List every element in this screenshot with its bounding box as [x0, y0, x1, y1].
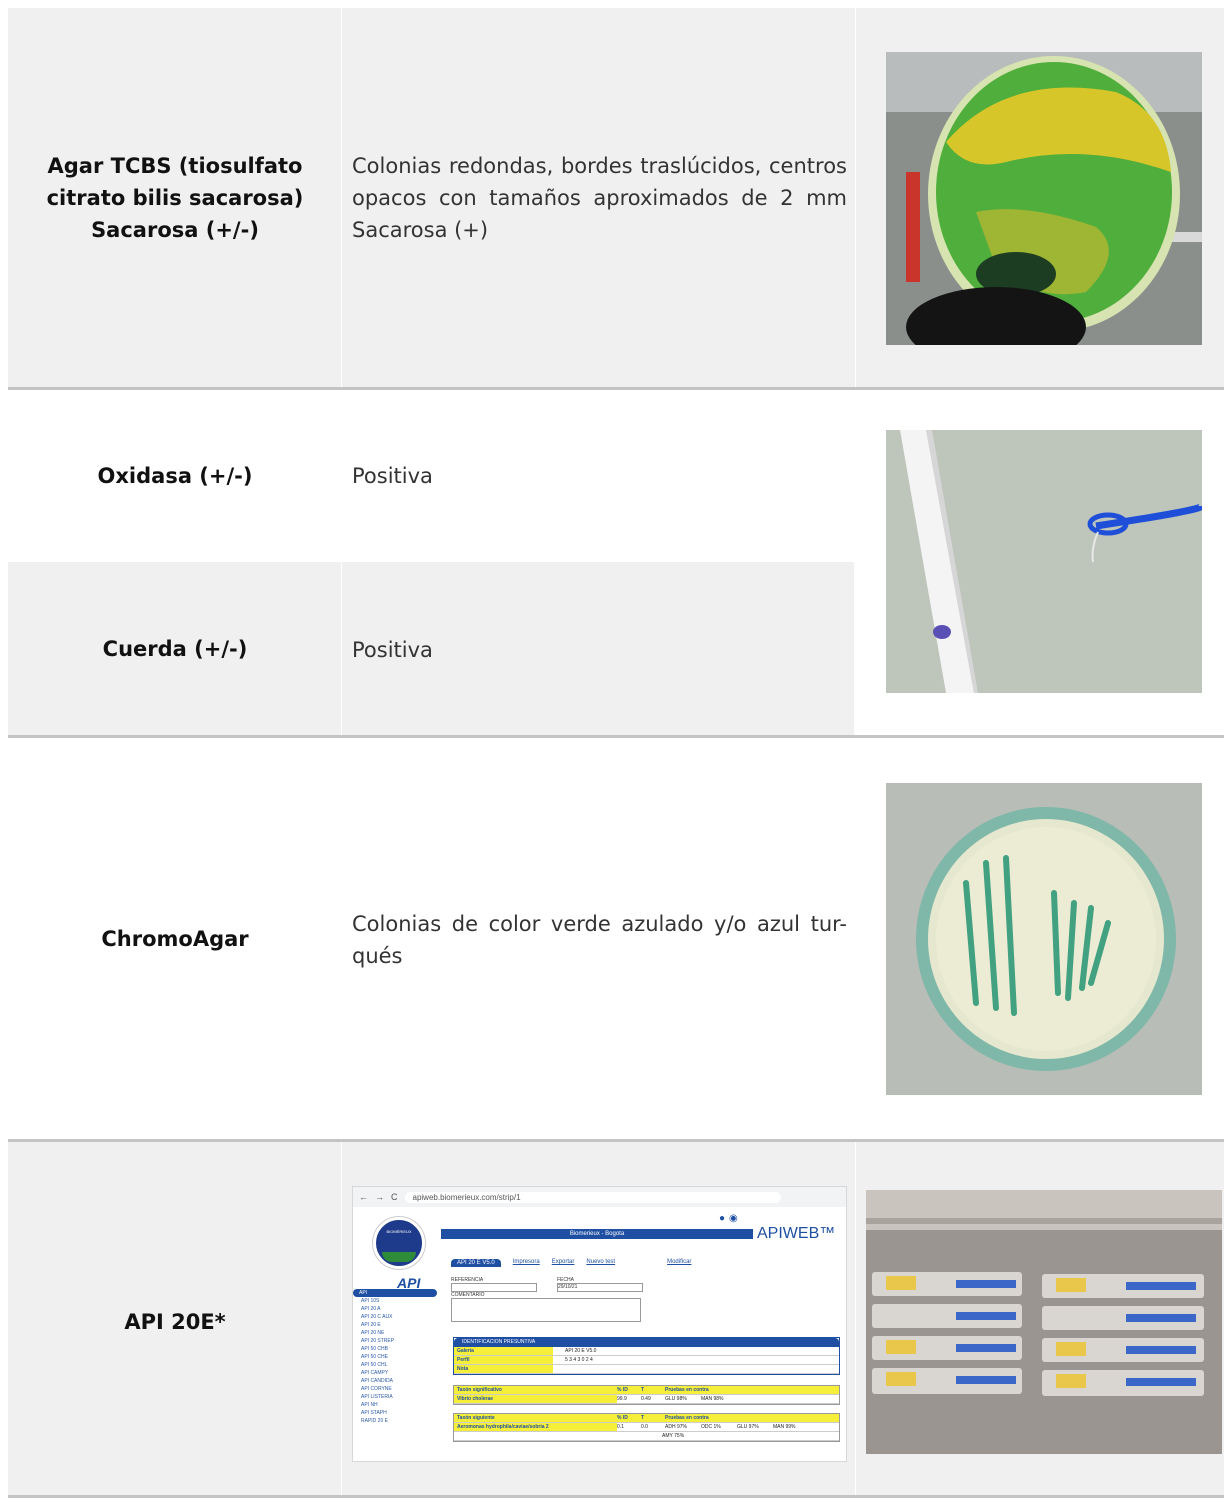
table-header: Taxón siguiente — [457, 1415, 495, 1421]
taxon-name: Aeromonas hydrophila/caviae/sobria 2 — [454, 1423, 617, 1431]
galeria-value: API 20 E V5.0 — [565, 1348, 597, 1354]
table-header: T — [641, 1415, 645, 1421]
results-table: Agar TCBS (tiosulfato citrato bilis saca… — [0, 0, 1224, 1498]
test-label-oxidasa: Oxidasa (+/-) — [97, 464, 253, 488]
biomerieux-logo: BIOMÉRIEUX — [373, 1217, 425, 1269]
table-header: T — [641, 1387, 645, 1393]
test-against: MAN 98% — [701, 1396, 724, 1402]
api-product-label: API — [397, 1275, 421, 1291]
test-against: MAN 99% — [773, 1424, 796, 1430]
table-header: Taxón significativo — [457, 1387, 502, 1393]
test-against: GLU 97% — [737, 1424, 759, 1430]
percent-id: 99.9 — [617, 1396, 627, 1402]
sidebar-item: API 20 NE — [361, 1330, 385, 1336]
taxon-siguiente-table: Taxón siguiente % ID T Pruebas en contra Ae… — [453, 1413, 840, 1442]
table-header: Pruebas en contra — [665, 1415, 709, 1421]
tab-modificar: Modificar — [667, 1259, 692, 1265]
column-divider — [855, 8, 856, 388]
test-label-text: Agar TCBS (tiosulfato citrato bilis saca… — [46, 154, 304, 242]
tab-exportar: Exportar — [551, 1259, 575, 1265]
tcbs-plate-photo — [886, 52, 1202, 345]
tab-api20e: API 20 E V5.0 — [451, 1259, 501, 1267]
sidebar-item: API NH — [361, 1402, 378, 1408]
tab-nuevo-test: Nuevo test — [586, 1259, 616, 1265]
apiweb-tabs: API 20 E V5.0 Impresora Exportar Nuevo t… — [451, 1259, 691, 1267]
lab-header-bar: Biomerieux - Bogota — [441, 1229, 753, 1239]
test-label-api20e: API 20E* — [124, 1310, 226, 1334]
sidebar-item: API 50 CHE — [361, 1354, 388, 1360]
nota-label: Nota — [454, 1365, 553, 1373]
table-header: Pruebas en contra — [665, 1387, 709, 1393]
sidebar-item: API 20 C AUX — [361, 1314, 393, 1320]
test-label-cuerda: Cuerda (+/-) — [102, 637, 248, 661]
api-sidebar: API API API 10S API 20 A API 20 C AUX AP… — [353, 1275, 437, 1425]
perfil-value: 5 3 4 3 0 2 4 — [565, 1357, 593, 1363]
chromoagar-plate-photo — [886, 783, 1202, 1095]
test-result-chromoagar: Colonias de color verde azulado y/o azul… — [352, 912, 847, 968]
apiweb-brand: APIWEB™ — [757, 1225, 836, 1242]
sidebar-item: API CAMPY — [361, 1370, 389, 1376]
test-against: GLU 98% — [665, 1396, 687, 1402]
test-result-oxidasa: Positiva — [352, 464, 433, 488]
identificacion-panel: IDENTIFICACION PRESUNTIVA Galería API 20 … — [453, 1337, 840, 1375]
apiweb-form: REFERENCIA FECHA 29/10/21 COMENTARIO — [451, 1277, 643, 1322]
taxon-significativo-table: Taxón significativo % ID T Pruebas en contr… — [453, 1385, 840, 1405]
help-icons: ●◉ — [719, 1213, 742, 1224]
test-result-cuerda: Positiva — [352, 638, 433, 662]
fecha-field: 29/10/21 — [557, 1283, 643, 1292]
sidebar-item: RAPID 20 E — [361, 1418, 388, 1424]
column-divider — [855, 1142, 856, 1498]
browser-toolbar: ← → C apiweb.biomerieux.com/strip/1 — [353, 1187, 846, 1207]
galeria-label: Galería — [454, 1347, 553, 1355]
table-header: % ID — [617, 1415, 628, 1421]
apiweb-screenshot: ← → C apiweb.biomerieux.com/strip/1 BIOM… — [352, 1186, 847, 1462]
table-header: % ID — [617, 1387, 628, 1393]
test-against: ADH 97% — [665, 1424, 687, 1430]
t-value: 0.49 — [641, 1396, 651, 1402]
referencia-field — [451, 1283, 537, 1292]
percent-id: 0.1 — [617, 1424, 624, 1430]
test-label-tcbs: Agar TCBS (tiosulfato citrato bilis saca… — [8, 8, 342, 388]
back-arrow-icon: ← — [359, 1192, 368, 1202]
sidebar-item-api: API — [353, 1289, 437, 1297]
perfil-label: Perfil — [454, 1356, 553, 1364]
tab-impresora: Impresora — [512, 1259, 540, 1265]
sidebar-item: API 50 CHL — [361, 1362, 388, 1368]
sidebar-item: API 10S — [361, 1298, 380, 1304]
api20e-strips-photo — [866, 1190, 1222, 1454]
sidebar-item: API 20 STREP — [361, 1338, 395, 1344]
sidebar-item: API CANDIDA — [361, 1378, 393, 1384]
oxidase-string-test-photo — [886, 430, 1202, 693]
identificacion-title: IDENTIFICACION PRESUNTIVA — [454, 1338, 839, 1347]
taxon-name: Vibrio cholerae — [454, 1395, 617, 1403]
sidebar-item: API 20 A — [361, 1306, 381, 1312]
t-value: 0.0 — [641, 1424, 648, 1430]
sidebar-item: API STAPH — [361, 1410, 387, 1416]
sidebar-item: API CORYNE — [361, 1386, 392, 1392]
test-result-tcbs: Colonias redondas, bordes traslúcidos, c… — [352, 154, 847, 242]
test-label-chromoagar: ChromoAgar — [101, 927, 249, 951]
comentario-field — [451, 1298, 641, 1322]
test-against: AMY 75% — [662, 1433, 685, 1439]
reload-icon: C — [391, 1192, 398, 1202]
sidebar-item: API 50 CHB — [361, 1346, 388, 1352]
browser-url: apiweb.biomerieux.com/strip/1 — [404, 1191, 781, 1203]
test-against: ODC 1% — [701, 1424, 721, 1430]
sidebar-item: API 20 E — [361, 1322, 381, 1328]
sidebar-item: API LISTERIA — [361, 1394, 393, 1400]
forward-arrow-icon: → — [375, 1192, 384, 1202]
